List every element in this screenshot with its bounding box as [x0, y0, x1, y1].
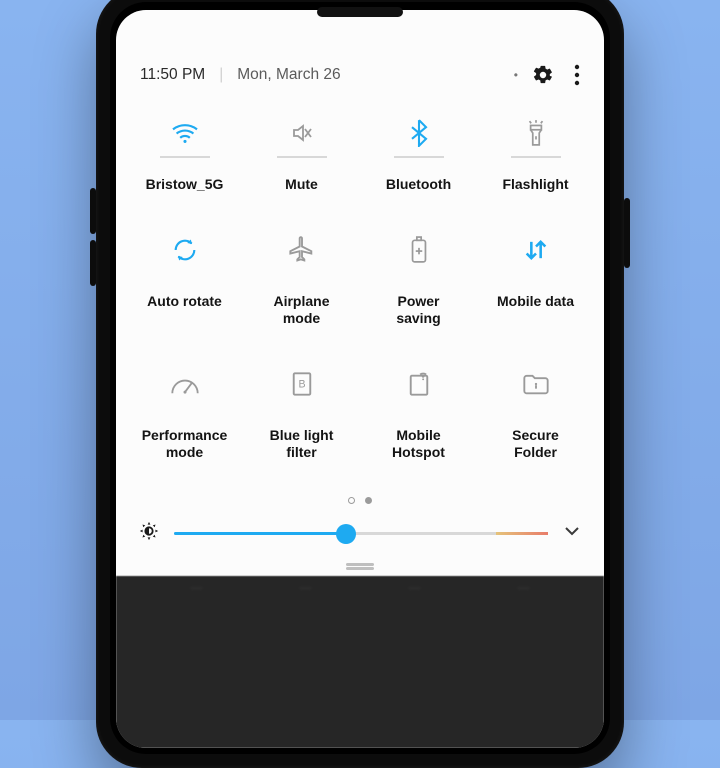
slider-fill: [174, 532, 346, 535]
chevron-down-icon: [562, 521, 582, 541]
blurred-background: ————: [116, 576, 604, 748]
page-dot-2: [365, 497, 372, 504]
tile-airplane[interactable]: Airplane mode: [243, 217, 360, 351]
tile-label: Bristow_5G: [146, 176, 224, 193]
tile-flashlight[interactable]: Flashlight: [477, 100, 594, 217]
expand-button[interactable]: [562, 521, 582, 546]
overflow-button[interactable]: [568, 64, 580, 86]
tile-label: Airplane mode: [258, 293, 346, 327]
tile-label: Secure Folder: [492, 427, 580, 461]
bluelight-icon: B: [271, 365, 333, 403]
hotspot-icon: [388, 365, 450, 403]
tile-wifi[interactable]: Bristow_5G: [126, 100, 243, 217]
bluetooth-icon: [388, 114, 450, 152]
volume-down-button: [90, 240, 96, 286]
tile-secure[interactable]: Secure Folder: [477, 351, 594, 485]
status-separator: |: [219, 66, 223, 84]
slider-thumb[interactable]: [336, 524, 356, 544]
tile-bluetooth[interactable]: Bluetooth: [360, 100, 477, 217]
battery-icon: [388, 231, 450, 269]
tile-label: Performance mode: [141, 427, 229, 461]
auto-brightness-icon[interactable]: [138, 520, 160, 547]
brightness-slider[interactable]: [174, 532, 548, 535]
gauge-icon: [154, 365, 216, 403]
quick-settings-grid: Bristow_5G Mute Bluetooth: [116, 98, 604, 491]
page-indicator[interactable]: [116, 491, 604, 510]
tile-bluelight[interactable]: B Blue light filter: [243, 351, 360, 485]
earpiece: [317, 7, 403, 17]
panel-drag-handle[interactable]: [116, 555, 604, 566]
autorotate-icon: [154, 231, 216, 269]
signal-dot-icon: •: [514, 68, 518, 82]
settings-button[interactable]: [532, 64, 554, 86]
power-button: [624, 198, 630, 268]
tile-hotspot[interactable]: Mobile Hotspot: [360, 351, 477, 485]
airplane-icon: [271, 231, 333, 269]
tile-label: Power saving: [375, 293, 463, 327]
securefolder-icon: [505, 365, 567, 403]
tile-mute[interactable]: Mute: [243, 100, 360, 217]
status-date: Mon, March 26: [237, 66, 340, 84]
tile-powersaving[interactable]: Power saving: [360, 217, 477, 351]
tile-label: Flashlight: [502, 176, 568, 193]
page-dot-1: [348, 497, 355, 504]
mobiledata-icon: [505, 231, 567, 269]
wifi-icon: [154, 114, 216, 152]
mute-icon: [271, 114, 333, 152]
tile-label: Mute: [285, 176, 318, 193]
status-bar: 11:50 PM | Mon, March 26 •: [116, 10, 604, 98]
flashlight-icon: [505, 114, 567, 152]
status-time: 11:50 PM: [140, 66, 205, 84]
slider-warm-zone: [496, 532, 548, 535]
phone-frame: 11:50 PM | Mon, March 26 • Bris: [96, 0, 624, 768]
tile-perfmode[interactable]: Performance mode: [126, 351, 243, 485]
brightness-row: [116, 510, 604, 555]
gear-icon: [532, 64, 554, 86]
volume-up-button: [90, 188, 96, 234]
tile-label: Bluetooth: [386, 176, 451, 193]
screen: 11:50 PM | Mon, March 26 • Bris: [116, 10, 604, 748]
tile-autorotate[interactable]: Auto rotate: [126, 217, 243, 351]
tile-label: Mobile data: [497, 293, 574, 310]
tile-label: Mobile Hotspot: [375, 427, 463, 461]
more-vert-icon: [574, 64, 580, 86]
svg-text:B: B: [298, 379, 305, 391]
tile-label: Blue light filter: [258, 427, 346, 461]
tile-label: Auto rotate: [147, 293, 222, 310]
tile-mobiledata[interactable]: Mobile data: [477, 217, 594, 351]
